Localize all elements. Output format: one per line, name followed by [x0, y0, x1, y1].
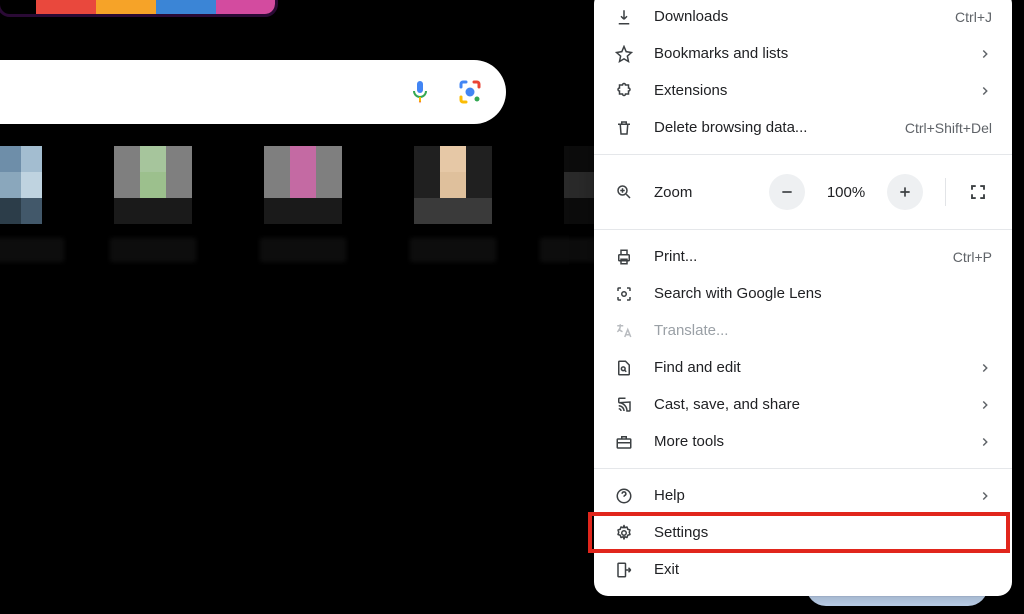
- menu-label: Downloads: [654, 8, 935, 25]
- menu-print[interactable]: Print... Ctrl+P: [594, 238, 1012, 275]
- menu-exit[interactable]: Exit: [594, 551, 1012, 588]
- translate-icon: [614, 321, 634, 341]
- fullscreen-button[interactable]: [964, 178, 992, 206]
- menu-google-lens[interactable]: Search with Google Lens: [594, 275, 1012, 312]
- menu-translate: Translate...: [594, 312, 1012, 349]
- chevron-right-icon: [978, 398, 992, 412]
- menu-label: Zoom: [654, 184, 746, 201]
- shortcut-tile[interactable]: [114, 146, 192, 276]
- menu-cast-save-share[interactable]: Cast, save, and share: [594, 386, 1012, 423]
- menu-label: Cast, save, and share: [654, 396, 958, 413]
- find-in-page-icon: [614, 358, 634, 378]
- exit-icon: [614, 560, 634, 580]
- menu-downloads[interactable]: Downloads Ctrl+J: [594, 0, 1012, 35]
- gear-icon: [614, 523, 634, 543]
- menu-label: Exit: [654, 561, 992, 578]
- chevron-right-icon: [978, 361, 992, 375]
- menu-label: Settings: [654, 524, 992, 541]
- shortcut-tile[interactable]: [0, 146, 42, 276]
- menu-label: Print...: [654, 248, 933, 265]
- menu-label: Find and edit: [654, 359, 958, 376]
- chrome-menu: Downloads Ctrl+J Bookmarks and lists Ext…: [594, 0, 1012, 596]
- zoom-out-button[interactable]: [769, 174, 805, 210]
- help-icon: [614, 486, 634, 506]
- cast-icon: [614, 395, 634, 415]
- shortcut-tile[interactable]: [264, 146, 342, 276]
- lens-icon: [614, 284, 634, 304]
- menu-divider: [594, 468, 1012, 469]
- menu-zoom: Zoom 100%: [594, 163, 1012, 221]
- toolbox-icon: [614, 432, 634, 452]
- lens-search-icon[interactable]: [456, 78, 484, 106]
- doodle-fragment: [0, 0, 275, 14]
- menu-help[interactable]: Help: [594, 477, 1012, 514]
- chevron-right-icon: [978, 84, 992, 98]
- menu-find-and-edit[interactable]: Find and edit: [594, 349, 1012, 386]
- star-icon: [614, 44, 634, 64]
- menu-shortcut: Ctrl+Shift+Del: [905, 120, 992, 136]
- menu-label: Delete browsing data...: [654, 119, 885, 136]
- search-bar[interactable]: [0, 60, 506, 124]
- zoom-value: 100%: [819, 184, 873, 201]
- menu-more-tools[interactable]: More tools: [594, 423, 1012, 460]
- menu-label: More tools: [654, 433, 958, 450]
- shortcut-tile[interactable]: [414, 146, 492, 276]
- chevron-right-icon: [978, 435, 992, 449]
- menu-label: Extensions: [654, 82, 958, 99]
- menu-extensions[interactable]: Extensions: [594, 72, 1012, 109]
- menu-bookmarks[interactable]: Bookmarks and lists: [594, 35, 1012, 72]
- voice-search-icon[interactable]: [406, 78, 434, 106]
- menu-divider: [594, 229, 1012, 230]
- divider: [945, 178, 946, 206]
- magnifier-icon: [614, 182, 634, 202]
- menu-label: Help: [654, 487, 958, 504]
- menu-settings[interactable]: Settings: [594, 514, 1012, 551]
- menu-shortcut: Ctrl+P: [953, 249, 992, 265]
- menu-divider: [594, 154, 1012, 155]
- chevron-right-icon: [978, 47, 992, 61]
- zoom-in-button[interactable]: [887, 174, 923, 210]
- download-icon: [614, 7, 634, 27]
- menu-label: Search with Google Lens: [654, 285, 992, 302]
- menu-shortcut: Ctrl+J: [955, 9, 992, 25]
- chevron-right-icon: [978, 489, 992, 503]
- menu-delete-browsing-data[interactable]: Delete browsing data... Ctrl+Shift+Del: [594, 109, 1012, 146]
- menu-label: Bookmarks and lists: [654, 45, 958, 62]
- menu-label: Translate...: [654, 322, 992, 339]
- printer-icon: [614, 247, 634, 267]
- puzzle-icon: [614, 81, 634, 101]
- shortcut-row: [0, 146, 602, 276]
- trash-icon: [614, 118, 634, 138]
